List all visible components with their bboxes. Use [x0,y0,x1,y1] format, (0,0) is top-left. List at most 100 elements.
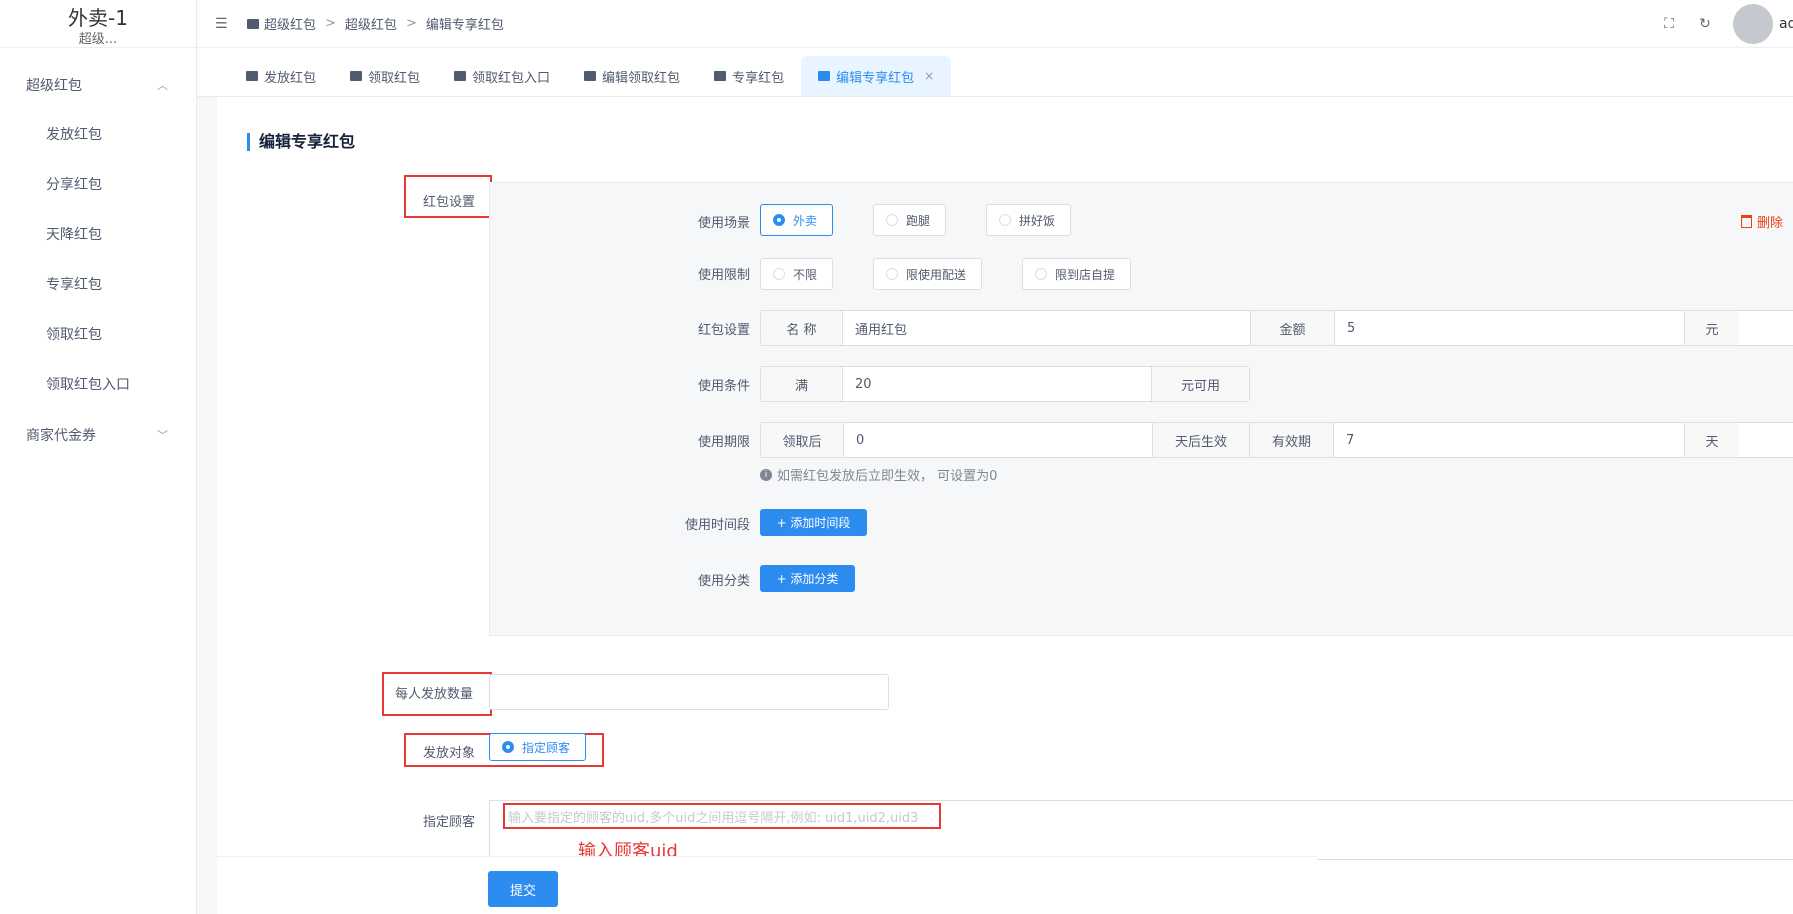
add-category-button[interactable]: + 添加分类 [760,565,855,592]
tab-label: 领取红包 [368,70,421,86]
radio-dot [1035,268,1047,280]
fullscreen-icon[interactable]: ⛶ [1651,16,1687,32]
limit-option-none[interactable]: 不限 [760,258,833,290]
envelope-icon [454,71,467,81]
section-label-redpacket-settings: 红包设置 [423,195,476,210]
delete-button[interactable]: 删除 [1740,212,1783,231]
radio-dot [886,268,898,280]
chevron-up-icon: ︿ [157,79,168,92]
validity-addon: 有效期 [1250,423,1334,457]
tab-label: 编辑领取红包 [602,70,681,86]
scene-option-pinhaofan[interactable]: 拼好饭 [986,204,1071,236]
timeslot-label: 使用时间段 [684,518,750,533]
validity-days-input[interactable]: 7 [1334,423,1684,457]
tab-claim-entry[interactable]: 领取红包入口 [437,56,567,96]
trash-icon [1740,215,1752,228]
limit-label: 使用限制 [697,268,750,283]
tab-exclusive-redpacket[interactable]: 专享红包 [697,56,801,96]
redpacket-settings-panel [489,182,1793,636]
condition-label: 使用条件 [697,379,750,394]
menu-item-claim-redpacket[interactable]: 领取红包 [0,310,196,360]
envelope-icon [818,71,831,81]
radio-label: 指定顾客 [522,740,571,755]
amount-addon: 金额 [1250,311,1334,345]
tab-edit-exclusive-redpacket[interactable]: 编辑专享红包 × [801,56,952,96]
radio-label: 限到店自提 [1055,267,1116,282]
radio-dot [773,214,785,226]
condition-input-group: 满 20 元可用 [760,366,1250,402]
sidebar: 外卖-1 超级... 超级红包 ︿ 发放红包 分享红包 天降红包 专享红包 领取… [0,0,197,914]
period-hint: i 如需红包发放后立即生效， 可设置为0 [760,465,997,484]
radio-label: 拼好饭 [1019,213,1056,228]
breadcrumb-item-current: 编辑专享红包 [425,18,504,33]
avatar[interactable] [1733,4,1773,44]
breadcrumb-item[interactable]: 超级红包 [264,14,316,33]
menu-collapse-icon[interactable]: ☰ [215,16,243,32]
scene-option-takeout[interactable]: 外卖 [760,204,833,236]
breadcrumb-separator: > [325,16,336,31]
footer-bar [217,856,1317,914]
limit-option-pickup[interactable]: 限到店自提 [1022,258,1131,290]
yuan-addon: 元 [1684,311,1739,345]
menu-item-issue-redpacket[interactable]: 发放红包 [0,110,196,160]
radio-dot [886,214,898,226]
delete-label: 删除 [1756,216,1783,231]
target-option-specified-customer[interactable]: 指定顾客 [489,733,586,761]
username[interactable]: ad [1779,16,1793,32]
radio-dot [502,741,514,753]
radio-label: 限使用配送 [906,267,967,282]
menu-item-share-redpacket[interactable]: 分享红包 [0,160,196,210]
envelope-icon [247,18,259,29]
logo-title: 外卖-1 [68,6,128,30]
per-person-quantity-input[interactable] [489,674,889,710]
packet-amount-input[interactable]: 5 [1334,311,1684,345]
tab-edit-claim-redpacket[interactable]: 编辑领取红包 [567,56,697,96]
menu-item-claim-entry[interactable]: 领取红包入口 [0,360,196,410]
menu-item-sky-redpacket[interactable]: 天降红包 [0,210,196,260]
per-person-label: 每人发放数量 [395,687,474,702]
tab-issue-redpacket[interactable]: 发放红包 [229,56,333,96]
breadcrumb-item[interactable]: 超级红包 [345,14,397,33]
hint-text: 如需红包发放后立即生效， 可设置为0 [777,469,998,484]
logo-subtitle: 超级... [78,32,118,47]
refresh-icon[interactable]: ↻ [1687,16,1723,32]
customers-label: 指定顾客 [423,815,476,830]
header-actions: ⛶ ↻ ad [1651,0,1793,48]
scene-option-errand[interactable]: 跑腿 [873,204,946,236]
radio-label: 外卖 [793,213,818,228]
close-icon[interactable]: × [924,69,934,83]
info-icon: i [760,468,772,481]
days-effective-addon: 天后生效 [1152,423,1250,457]
packet-name-input[interactable]: 通用红包 [843,311,1250,345]
tab-claim-redpacket[interactable]: 领取红包 [333,56,437,96]
effective-days-input[interactable]: 0 [844,423,1152,457]
envelope-icon [350,71,363,81]
add-timeslot-button[interactable]: + 添加时间段 [760,509,867,536]
submit-button[interactable]: 提交 [488,871,558,907]
annotation-box [503,803,941,829]
menu-group-label: 商家代金券 [26,428,96,444]
menu-group-merchant-voucher[interactable]: 商家代金券 ﹀ [0,410,196,460]
radio-label: 不限 [793,267,818,282]
packet-label: 红包设置 [697,323,750,338]
envelope-icon [246,71,258,81]
limit-option-delivery[interactable]: 限使用配送 [873,258,982,290]
packet-input-group: 名 称 通用红包 金额 5 元 [760,310,1793,346]
tab-label: 发放红包 [264,70,317,86]
after-claim-addon: 领取后 [761,423,844,457]
radio-label: 跑腿 [906,213,931,228]
period-label: 使用期限 [697,435,750,450]
logo[interactable]: 外卖-1 超级... [0,0,196,48]
envelope-icon [584,71,597,81]
category-label: 使用分类 [697,574,750,589]
tab-label: 领取红包入口 [472,70,551,86]
menu-group-super-redpacket[interactable]: 超级红包 ︿ [0,60,196,110]
condition-amount-input[interactable]: 20 [843,367,1151,401]
radio-dot [773,268,785,280]
menu-group-label: 超级红包 [26,78,82,94]
scene-label: 使用场景 [697,216,750,231]
period-input-group: 领取后 0 天后生效 有效期 7 天 [760,422,1793,458]
tab-bar: 发放红包 领取红包 领取红包入口 编辑领取红包 专享红包 编辑专享红包 × [197,48,1793,97]
page-title: 编辑专享红包 [247,133,355,151]
menu-item-exclusive-redpacket[interactable]: 专享红包 [0,260,196,310]
